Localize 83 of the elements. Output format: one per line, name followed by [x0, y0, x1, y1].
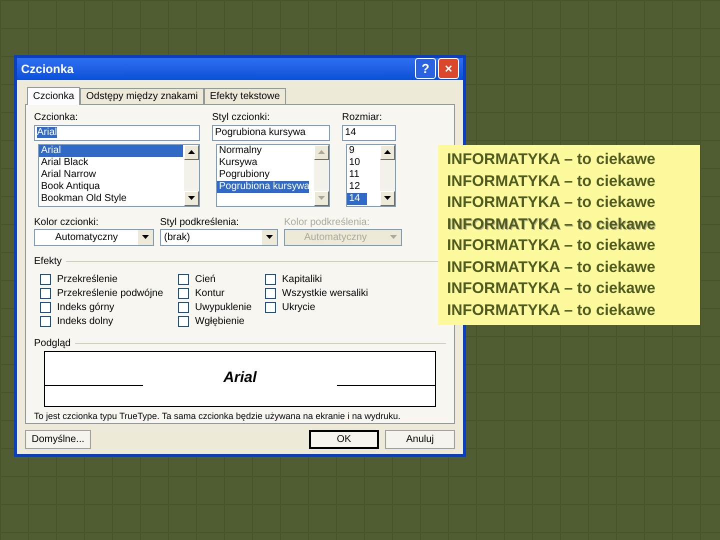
- scroll-up-button[interactable]: [184, 144, 199, 160]
- note-line: INFORMATYKA – to ciekawe: [447, 172, 656, 192]
- list-item[interactable]: Arial: [39, 144, 183, 156]
- scroll-down-button[interactable]: [380, 190, 395, 206]
- ok-button[interactable]: OK: [309, 430, 379, 448]
- list-item[interactable]: 12: [347, 180, 367, 192]
- preview-note: To jest czcionka typu TrueType. Ta sama czcionka będzie używana na ekranie i na wydruku.: [34, 410, 402, 423]
- list-item[interactable]: Arial Black: [39, 156, 183, 168]
- checkbox[interactable]: [40, 302, 51, 313]
- checkbox[interactable]: [40, 288, 51, 299]
- field-label: Styl podkreślenia:: [160, 216, 240, 228]
- checkbox-label: Cień: [195, 273, 216, 287]
- list-item[interactable]: 11: [347, 168, 367, 180]
- checkbox-label: Przekreślenie podwójne: [57, 287, 164, 301]
- close-button[interactable]: ×: [438, 58, 459, 80]
- checkbox[interactable]: [265, 302, 276, 313]
- window-title: Czcionka: [21, 60, 74, 78]
- dropdown-value: (brak): [164, 230, 190, 244]
- list-item[interactable]: Pogrubiona kursywa: [217, 180, 309, 192]
- checkbox[interactable]: [178, 274, 189, 285]
- field-label: Kolor podkreślenia:: [284, 216, 371, 228]
- text-field[interactable]: 14: [342, 124, 396, 140]
- field-label: Czcionka:: [34, 110, 79, 124]
- checkbox-label: Kontur: [195, 287, 224, 301]
- help-button[interactable]: ?: [415, 58, 436, 80]
- list-item[interactable]: Normalny: [217, 144, 309, 156]
- note-line: INFORMATYKA – to ciekawe: [447, 236, 656, 256]
- up-arrow-icon: [384, 150, 391, 154]
- checkbox[interactable]: [265, 288, 276, 299]
- down-arrow-icon: [188, 196, 195, 200]
- dropdown[interactable]: (brak): [160, 228, 278, 246]
- checkbox-label: Wszystkie wersaliki: [282, 287, 368, 301]
- section-title: Efekty: [34, 254, 63, 268]
- checkbox-label: Wgłębienie: [195, 315, 244, 329]
- down-arrow-icon: [384, 196, 391, 200]
- preview-text: Arial: [222, 368, 258, 388]
- note-line: INFORMATYKA – to ciekawe: [447, 300, 656, 320]
- note-line: INFORMATYKA – to ciekawe: [447, 258, 656, 278]
- section-title: Podgląd: [34, 336, 72, 350]
- field-label: Rozmiar:: [342, 110, 384, 124]
- text-field[interactable]: Pogrubiona kursywa: [212, 124, 330, 140]
- checkbox-label: Przekreślenie: [57, 273, 118, 287]
- checkbox-label: Indeks dolny: [57, 315, 114, 329]
- scrollbar[interactable]: [380, 144, 395, 206]
- list-item[interactable]: Kursywa: [217, 156, 309, 168]
- note-line: INFORMATYKA – to ciekawe: [447, 193, 656, 213]
- down-arrow-icon: [318, 196, 325, 200]
- tab[interactable]: Efekty tekstowe: [204, 88, 286, 104]
- note-line: INFORMATYKA – to ciekawe: [447, 150, 656, 170]
- list-item[interactable]: 14: [347, 192, 367, 204]
- list-item[interactable]: Arial Narrow: [39, 168, 183, 180]
- dropdown-value: Automatyczny: [304, 230, 367, 244]
- up-arrow-icon: [188, 150, 195, 154]
- default-button[interactable]: Domyślne...: [25, 430, 91, 448]
- note-line: INFORMATYKA – to ciekawe: [447, 279, 656, 299]
- checkbox[interactable]: [40, 274, 51, 285]
- list-item[interactable]: 9: [347, 144, 367, 156]
- checkbox[interactable]: [178, 288, 189, 299]
- tab[interactable]: Odstępy między znakami: [80, 88, 204, 104]
- checkbox[interactable]: [178, 302, 189, 313]
- list-item[interactable]: Bookman Old Style: [39, 192, 183, 204]
- field-label: Kolor czcionki:: [34, 216, 100, 228]
- scroll-up-button[interactable]: [380, 144, 395, 160]
- cancel-button[interactable]: Anuluj: [385, 430, 455, 448]
- checkbox[interactable]: [40, 316, 51, 327]
- up-arrow-icon: [318, 150, 325, 154]
- checkbox-label: Kapitaliki: [282, 273, 322, 287]
- list-item[interactable]: Book Antiqua: [39, 180, 183, 192]
- dropdown[interactable]: Automatyczny: [34, 228, 154, 246]
- list-item[interactable]: Pogrubiony: [217, 168, 309, 180]
- checkbox-label: Indeks górny: [57, 301, 114, 315]
- tab[interactable]: Czcionka: [27, 86, 80, 104]
- field-label: Styl czcionki:: [212, 110, 271, 124]
- scrollbar[interactable]: [184, 144, 199, 206]
- checkbox[interactable]: [265, 274, 276, 285]
- note-line: INFORMATYKA – to ciekawe: [447, 214, 656, 234]
- checkbox[interactable]: [178, 316, 189, 327]
- list-item[interactable]: 10: [347, 156, 367, 168]
- dropdown-value: Automatyczny: [55, 230, 118, 244]
- scroll-down-button[interactable]: [184, 190, 199, 206]
- checkbox-label: Ukrycie: [282, 301, 316, 315]
- checkbox-label: Uwypuklenie: [195, 301, 252, 315]
- text-field[interactable]: Arial: [34, 124, 200, 140]
